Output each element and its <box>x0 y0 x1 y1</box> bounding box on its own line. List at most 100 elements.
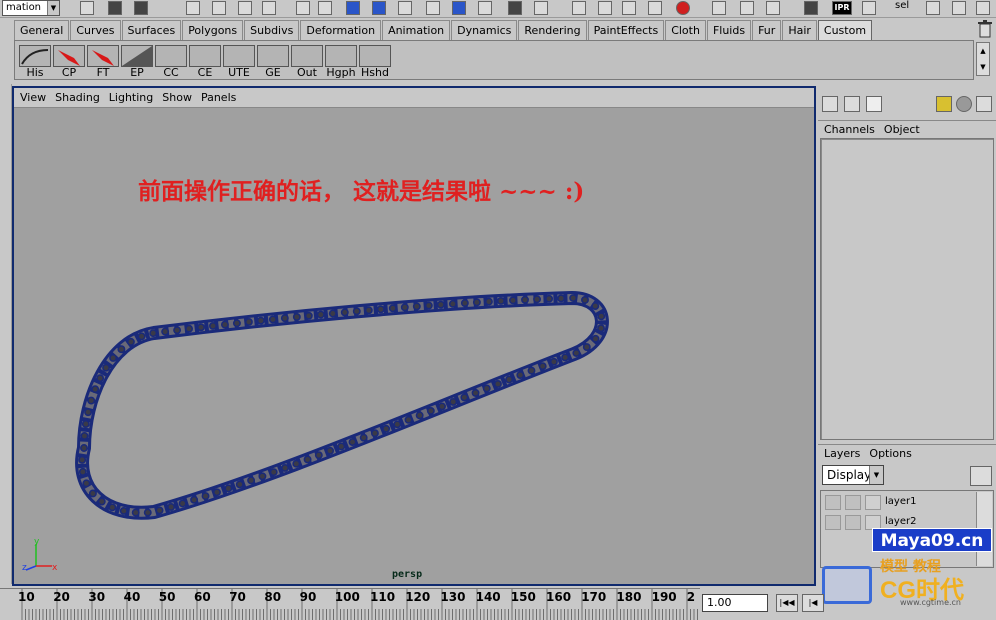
shelf-tab-rendering[interactable]: Rendering <box>518 20 587 40</box>
show-layer-editor-icon[interactable] <box>844 96 860 112</box>
show-both-icon[interactable] <box>866 96 882 112</box>
snap-grid-icon[interactable] <box>508 1 522 15</box>
shelf-tab-fur[interactable]: Fur <box>752 20 782 40</box>
layers-menu-layers[interactable]: Layers <box>824 447 860 460</box>
go-to-start-icon[interactable]: |◀◀ <box>776 594 798 612</box>
select-component-icon[interactable] <box>238 1 252 15</box>
select-hierarchy-icon[interactable] <box>186 1 200 15</box>
create-layer-icon[interactable] <box>970 466 992 486</box>
select-curves-icon[interactable] <box>318 1 332 15</box>
history-icon[interactable] <box>622 1 636 15</box>
shelf-button-his[interactable]: His <box>19 45 51 79</box>
menu-set-select[interactable]: mation ▼ <box>2 0 60 16</box>
chain-link <box>213 488 221 497</box>
panel-menu-lighting[interactable]: Lighting <box>109 88 153 107</box>
time-ruler[interactable]: 10 20 30 40 50 60 70 80 90 100 110 120 130 140 150 160 1… <box>10 589 700 620</box>
chain-link <box>131 508 140 517</box>
shelf-tab-animation[interactable]: Animation <box>382 20 451 40</box>
ruler-label: 100 <box>335 590 360 604</box>
shelf-button-hshd[interactable]: Hshd <box>359 45 391 79</box>
layer-type-toggle[interactable] <box>845 515 861 530</box>
select-dynamics-icon[interactable] <box>398 1 412 15</box>
shelf-button-hgph[interactable]: Hgph <box>325 45 357 79</box>
shelf-button-ep[interactable]: EP <box>121 45 153 79</box>
tool-settings-icon[interactable] <box>956 96 972 112</box>
shelf-tab-curves[interactable]: Curves <box>70 20 121 40</box>
shelf-tab-surfaces[interactable]: Surfaces <box>121 20 182 40</box>
shelf-button-cp[interactable]: CP <box>53 45 85 79</box>
select-rendering-icon[interactable] <box>426 1 440 15</box>
step-back-icon[interactable]: |◀ <box>802 594 824 612</box>
layer-type-toggle[interactable] <box>845 495 861 510</box>
render-frame-icon[interactable] <box>740 1 754 15</box>
shelf-tab-subdivs[interactable]: Subdivs <box>244 20 300 40</box>
tool-settings-icon[interactable] <box>952 1 966 15</box>
trash-icon[interactable] <box>977 20 993 38</box>
new-scene-icon[interactable] <box>80 1 94 15</box>
layers-menu-options[interactable]: Options <box>869 447 911 460</box>
channel-box-area[interactable] <box>820 138 994 440</box>
select-handles-icon[interactable] <box>262 1 276 15</box>
shelf-tab-dynamics[interactable]: Dynamics <box>451 20 518 40</box>
ruler-label: 70 <box>229 590 246 604</box>
snap-plane-icon[interactable] <box>598 1 612 15</box>
open-scene-icon[interactable] <box>108 1 122 15</box>
shelf-button-ge[interactable]: GE <box>257 45 289 79</box>
shelf-button-ute[interactable]: UTE <box>223 45 255 79</box>
chain-link <box>119 506 128 515</box>
render-globals-icon[interactable] <box>862 1 876 15</box>
chevron-down-icon[interactable]: ▼ <box>977 59 989 75</box>
manipulator-icon[interactable] <box>976 96 992 112</box>
layer-visibility-toggle[interactable] <box>825 515 841 530</box>
shelf-tab-polygons[interactable]: Polygons <box>182 20 244 40</box>
shelf-tab-hair[interactable]: Hair <box>782 20 817 40</box>
channel-menu-object[interactable]: Object <box>884 123 920 136</box>
construction-history-icon[interactable] <box>648 1 662 15</box>
current-frame-field[interactable]: 1.00 <box>702 594 768 612</box>
layer-row[interactable]: layer1 <box>825 493 975 511</box>
ipr-button[interactable]: IPR <box>832 1 852 15</box>
shelf-button-cc[interactable]: CC <box>155 45 187 79</box>
select-deformations-icon[interactable] <box>372 1 386 15</box>
shelf-button-out[interactable]: Out <box>291 45 323 79</box>
snap-point-icon[interactable] <box>572 1 586 15</box>
lock-selection-icon[interactable] <box>478 1 492 15</box>
render-settings-icon[interactable] <box>766 1 780 15</box>
select-object-icon[interactable] <box>212 1 226 15</box>
shelf-tab-custom[interactable]: Custom <box>817 20 873 40</box>
keyboard-icon[interactable] <box>804 1 818 15</box>
select-joints-icon[interactable] <box>296 1 310 15</box>
layer-mode-select[interactable]: Display ▼ <box>822 465 884 485</box>
show-channel-box-icon[interactable] <box>822 96 838 112</box>
snap-curve-icon[interactable] <box>534 1 548 15</box>
save-scene-icon[interactable] <box>134 1 148 15</box>
shelf-tab-general[interactable]: General <box>14 20 70 40</box>
panel-menu-panels[interactable]: Panels <box>201 88 236 107</box>
shelf-tab-fluids[interactable]: Fluids <box>706 20 752 40</box>
magnet-icon[interactable] <box>676 1 690 15</box>
select-surfaces-icon[interactable] <box>346 1 360 15</box>
chevron-up-icon[interactable]: ▲ <box>977 43 989 59</box>
time-slider[interactable]: 10 20 30 40 50 60 70 80 90 100 110 120 130 140 150 160 1… <box>0 588 700 620</box>
chain-link <box>88 489 97 498</box>
shelf-button-ce[interactable]: CE <box>189 45 221 79</box>
shelf-scroll[interactable]: ▲ ▼ <box>976 42 990 76</box>
panel-menu-shading[interactable]: Shading <box>55 88 100 107</box>
panel-menu-view[interactable]: View <box>20 88 46 107</box>
perspective-viewport[interactable]: 前面操作正确的话， 这就是结果啦 ~~~ :) y x z persp <box>14 108 814 584</box>
layer-visibility-toggle[interactable] <box>825 495 841 510</box>
panel-menu-show[interactable]: Show <box>162 88 192 107</box>
shelf-tab-deformation[interactable]: Deformation <box>300 20 382 40</box>
shelf-button-ft[interactable]: FT <box>87 45 119 79</box>
shelf-tab-cloth[interactable]: Cloth <box>665 20 706 40</box>
render-view-icon[interactable] <box>712 1 726 15</box>
channel-menu-channels[interactable]: Channels <box>824 123 875 136</box>
chain-link <box>178 499 187 508</box>
select-misc-icon[interactable] <box>452 1 466 15</box>
ruler-label: 20 <box>53 590 70 604</box>
attribute-editor-icon[interactable] <box>926 1 940 15</box>
attribute-editor-icon[interactable] <box>936 96 952 112</box>
channel-box-toggle-icon[interactable] <box>976 1 990 15</box>
layer-color-swatch[interactable] <box>865 495 881 510</box>
shelf-tab-painteffects[interactable]: PaintEffects <box>587 20 665 40</box>
